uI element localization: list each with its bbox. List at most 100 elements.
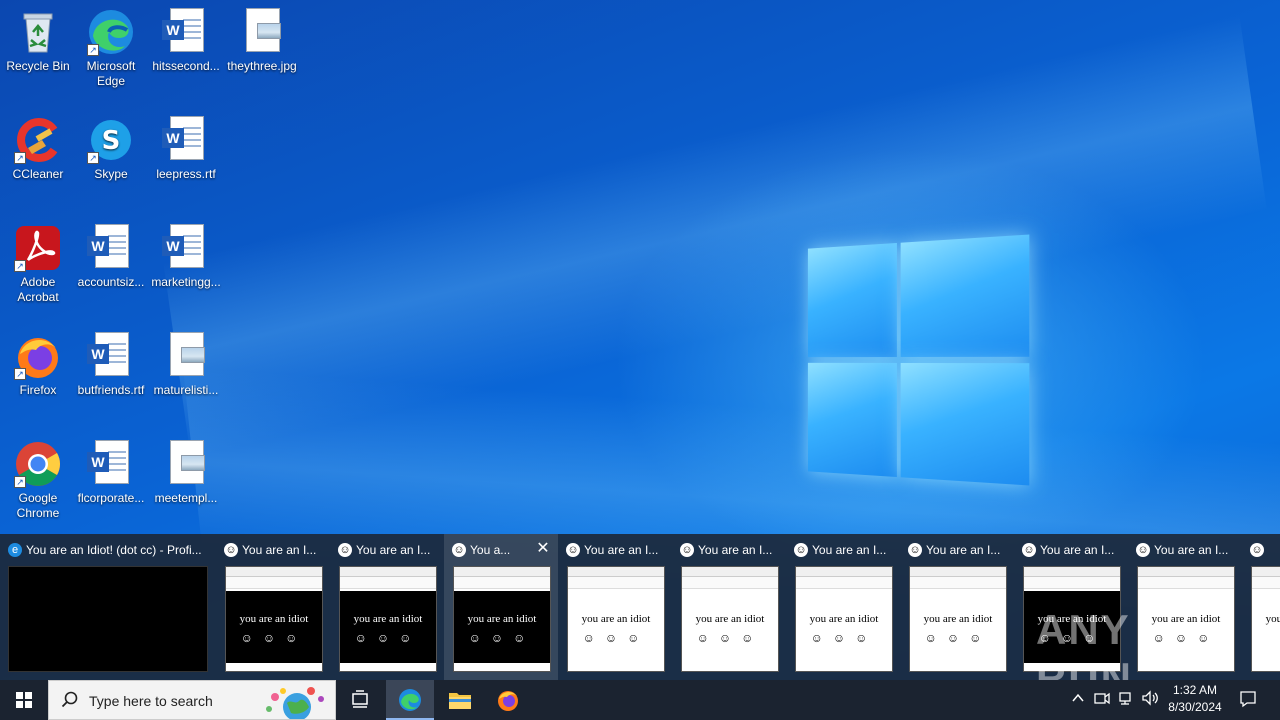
taskbar-file-explorer-button[interactable] [436, 680, 484, 720]
thumbnail-title-text: You are an I... [1040, 543, 1115, 557]
window-thumbnail[interactable]: ☺ You are an I... you are an idiot ☺☺☺ [900, 534, 1014, 680]
taskbar: Type here to search 1:32 AM 8/30/2024 [0, 680, 1280, 720]
search-placeholder: Type here to search [89, 693, 213, 709]
edge-icon [399, 689, 421, 711]
desktop-icon-edge[interactable]: ↗ Microsoft Edge [73, 2, 149, 89]
shortcut-arrow-icon: ↗ [14, 476, 26, 488]
shortcut-arrow-icon: ↗ [87, 152, 99, 164]
search-box[interactable]: Type here to search [48, 680, 336, 720]
search-icon [61, 691, 78, 708]
preview-text: you are an idiot [809, 613, 879, 625]
word-document-icon: W [87, 224, 135, 272]
desktop-icon-document[interactable]: W marketingg... [148, 218, 224, 290]
desktop-icon-label: flcorporate... [77, 491, 145, 505]
desktop-icon-document[interactable]: W flcorporate... [73, 434, 149, 506]
thumbnail-title: ☺ You are an I... [908, 541, 1008, 559]
network-icon[interactable] [1116, 690, 1136, 710]
edge-icon: e [8, 543, 22, 557]
desktop-icon-label: maturelisti... [153, 383, 219, 397]
task-view-button[interactable] [336, 680, 384, 720]
desktop-icon-acrobat[interactable]: ↗ Adobe Acrobat [0, 218, 76, 305]
thumbnail-title-text: You are an I... [356, 543, 431, 557]
ccleaner-icon: ↗ [14, 116, 62, 164]
thumbnail-title-text: You are an I... [584, 543, 659, 557]
taskbar-edge-button[interactable] [386, 680, 434, 720]
chevron-up-icon[interactable] [1068, 690, 1088, 710]
firefox-icon: ↗ [14, 332, 62, 380]
window-thumbnail[interactable]: ☺ You are an I... you are an idiot ☺☺☺ [786, 534, 900, 680]
taskbar-firefox-button[interactable] [484, 680, 532, 720]
watermark-logo: ANY RUN [1036, 606, 1133, 701]
folder-icon [449, 693, 471, 709]
thumbnail-title-text: You are an I... [926, 543, 1001, 557]
close-icon[interactable]: ✕ [534, 540, 552, 558]
chrome-icon: ↗ [14, 440, 62, 488]
desktop-icon-image[interactable]: maturelisti... [148, 326, 224, 398]
window-thumbnail-active[interactable]: ☺ You a... ✕ you are an idiot ☺☺☺ [444, 534, 558, 680]
thumbnail-title: ☺ [1250, 541, 1280, 559]
notifications-icon[interactable] [1238, 690, 1258, 710]
volume-icon[interactable] [1140, 690, 1160, 710]
desktop-icon-chrome[interactable]: ↗ Google Chrome [0, 434, 76, 521]
desktop-icon-image[interactable]: theythree.jpg [224, 2, 300, 74]
desktop-icon-document[interactable]: W leepress.rtf [148, 110, 224, 182]
thumbnail-title: ☺ You a... [452, 541, 532, 559]
desktop-icon-label: Microsoft Edge [86, 59, 136, 88]
preview-faces: ☺☺☺ [810, 631, 878, 645]
preview-faces: ☺☺☺ [924, 631, 992, 645]
desktop-icon-image[interactable]: meetempl... [148, 434, 224, 506]
desktop-icon-label: meetempl... [154, 491, 218, 505]
desktop-icon-skype[interactable]: S ↗ Skype [73, 110, 149, 182]
smiley-icon: ☺ [566, 543, 580, 557]
thumbnail-preview: you are an idiot ☺☺☺ [567, 566, 665, 672]
thumbnail-preview: you are an idiot [1251, 566, 1280, 672]
skype-icon: S ↗ [87, 116, 135, 164]
desktop-icon-document[interactable]: W hitssecond... [148, 2, 224, 74]
clock-date: 8/30/2024 [1168, 700, 1222, 714]
thumbnail-title-text: You a... [470, 543, 511, 557]
windows-logo [807, 234, 1030, 486]
svg-text:S: S [102, 126, 121, 156]
desktop-icon-firefox[interactable]: ↗ Firefox [0, 326, 76, 398]
preview-text: you are an idiot [581, 613, 651, 625]
smiley-icon: ☺ [224, 543, 238, 557]
desktop-icon-recycle-bin[interactable]: Recycle Bin [0, 2, 76, 74]
desktop-icon-label: butfriends.rtf [77, 383, 145, 397]
meet-now-icon[interactable] [1092, 690, 1112, 710]
system-clock[interactable]: 1:32 AM 8/30/2024 [1160, 682, 1230, 716]
word-document-icon: W [162, 224, 210, 272]
thumbnail-title: e You are an Idiot! (dot cc) - Profi... [8, 541, 210, 559]
desktop-icon-label: hitssecond... [152, 59, 220, 73]
preview-faces: ☺☺☺ [354, 631, 422, 645]
desktop-icon-document[interactable]: W butfriends.rtf [73, 326, 149, 398]
shortcut-arrow-icon: ↗ [87, 44, 99, 56]
thumbnail-preview: you are an idiot ☺☺☺ [681, 566, 779, 672]
window-thumbnail[interactable]: ☺ you are an idiot [1242, 534, 1280, 680]
windows-start-icon [16, 692, 32, 708]
image-file-icon [238, 8, 286, 56]
shortcut-arrow-icon: ↗ [14, 368, 26, 380]
start-button[interactable] [0, 680, 48, 720]
smiley-icon: ☺ [1250, 543, 1264, 557]
window-thumbnail[interactable]: ☺ You are an I... you are an idiot ☺☺☺ [330, 534, 444, 680]
thumbnail-title-text: You are an I... [698, 543, 773, 557]
logo-pane [900, 362, 1030, 486]
preview-faces: ☺☺☺ [696, 631, 764, 645]
smiley-icon: ☺ [908, 543, 922, 557]
desktop-icon-ccleaner[interactable]: ↗ CCleaner [0, 110, 76, 182]
image-file-icon [162, 440, 210, 488]
smiley-icon: ☺ [1022, 543, 1036, 557]
window-thumbnail[interactable]: ☺ You are an I... you are an idiot ☺☺☺ [672, 534, 786, 680]
window-thumbnail[interactable]: e You are an Idiot! (dot cc) - Profi... [0, 534, 216, 680]
smiley-icon: ☺ [338, 543, 352, 557]
smiley-icon: ☺ [452, 543, 466, 557]
smiley-icon: ☺ [794, 543, 808, 557]
window-thumbnail[interactable]: ☺ You are an I... you are an idiot ☺☺☺ [216, 534, 330, 680]
image-file-icon [162, 332, 210, 380]
search-highlight-icon [266, 687, 324, 719]
desktop-icon-label: Recycle Bin [6, 59, 70, 73]
thumbnail-title-text: You are an I... [812, 543, 887, 557]
window-thumbnail[interactable]: ☺ You are an I... you are an idiot ☺☺☺ [558, 534, 672, 680]
firefox-icon [498, 691, 518, 711]
desktop-icon-document[interactable]: W accountsiz... [73, 218, 149, 290]
